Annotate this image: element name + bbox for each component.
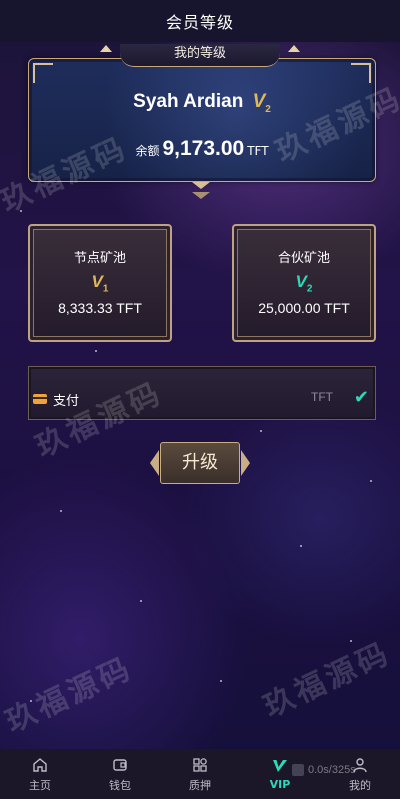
timer-readout: 0.0s/325s <box>308 764 356 776</box>
tab-wallet[interactable]: 钱包 <box>80 749 160 799</box>
tab-label: VIP <box>269 778 291 791</box>
pool-level-number: 1 <box>102 283 109 295</box>
tab-ornament-left-icon <box>100 45 112 52</box>
pool-value: 8,333.33 TFT <box>58 300 142 317</box>
tab-home[interactable]: 主页 <box>0 749 80 799</box>
user-name: Syah Ardian <box>133 91 244 112</box>
tab-label: 钱包 <box>109 778 131 792</box>
chevron-down-icon <box>192 182 210 189</box>
upgrade-control: 升级 <box>150 440 250 486</box>
pool-level-icon: V1 <box>30 272 170 294</box>
level-badge-v: V <box>252 91 266 112</box>
card-icon <box>33 394 47 404</box>
arrow-left-icon <box>150 450 159 476</box>
wallet-icon <box>111 756 129 774</box>
my-level-tab: 我的等级 <box>120 44 280 67</box>
my-level-card: Syah Ardian V2 余额 9,173.00 TFT <box>28 58 376 182</box>
user-name-row: Syah Ardian V2 <box>29 91 375 115</box>
home-icon <box>31 756 49 774</box>
pool-level-v: V <box>91 272 103 291</box>
level-badge: V2 <box>252 91 271 115</box>
arrow-right-icon <box>241 450 250 476</box>
pool-card-partner[interactable]: 合伙矿池 V2 25,000.00 TFT <box>232 224 376 342</box>
page-title: 会员等级 <box>165 13 234 32</box>
check-icon: ✔ <box>353 387 369 408</box>
pool-card-node[interactable]: 节点矿池 V1 8,333.33 TFT <box>28 224 172 342</box>
pool-name: 节点矿池 <box>73 251 126 266</box>
tab-ornament-right-icon <box>288 45 300 52</box>
grid-icon <box>191 756 209 774</box>
payment-unit: TFT <box>311 390 333 404</box>
payment-label: 支付 <box>53 394 80 409</box>
tab-label: 质押 <box>189 778 211 792</box>
watermark: 玖福源码 <box>258 635 397 725</box>
tab-stake[interactable]: 质押 <box>160 749 240 799</box>
pool-level-icon: V2 <box>234 272 374 294</box>
tab-label: 我的 <box>349 778 371 792</box>
level-badge-number: 2 <box>265 103 271 115</box>
page-header: 会员等级 <box>0 0 400 42</box>
payment-row[interactable]: 支付 TFT ✔ <box>28 366 376 420</box>
balance-label: 余额 <box>135 144 160 158</box>
pool-value: 25,000.00 TFT <box>258 300 350 317</box>
watermark: 玖福源码 <box>0 650 139 740</box>
timer-icon <box>292 764 304 776</box>
balance-row: 余额 9,173.00 TFT <box>29 137 375 161</box>
vip-icon <box>271 757 289 775</box>
tab-label: 主页 <box>29 778 51 792</box>
upgrade-button[interactable]: 升级 <box>160 442 240 484</box>
chevron-down-icon-2 <box>192 192 210 199</box>
pool-level-number: 2 <box>306 283 313 295</box>
balance-value: 9,173.00 <box>162 137 245 160</box>
pool-level-v: V <box>295 272 307 291</box>
pool-name: 合伙矿池 <box>277 251 330 266</box>
balance-unit: TFT <box>247 144 269 158</box>
